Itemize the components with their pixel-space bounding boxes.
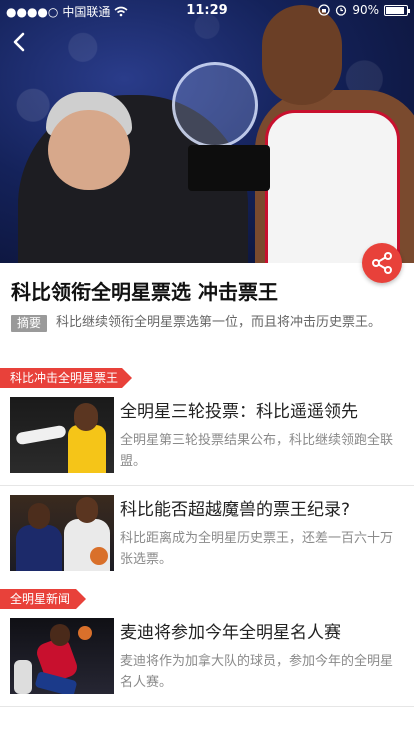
share-button[interactable] (362, 243, 402, 283)
hero-image (0, 0, 414, 263)
alarm-icon (336, 5, 347, 16)
news-description: 麦迪将作为加拿大队的球员，参加今年的全明星名人赛。 (120, 654, 394, 690)
share-icon (372, 252, 392, 274)
trophy-base (188, 145, 270, 191)
news-item[interactable]: 全明星三轮投票：科比遥遥领先 全明星第三轮投票结果公布，科比继续领跑全联盟。 (0, 390, 414, 484)
player-jersey (265, 110, 400, 263)
battery-icon (384, 4, 410, 16)
rotation-lock-icon (318, 4, 330, 16)
news-thumbnail (10, 618, 114, 694)
mvp-trophy (172, 62, 258, 148)
divider (0, 485, 414, 486)
section-ribbon: 科比冲击全明星票王 (0, 368, 132, 388)
back-button[interactable] (8, 30, 32, 54)
news-headline: 全明星三轮投票：科比遥遥领先 (120, 402, 358, 422)
news-item[interactable]: 科比能否超越魔兽的票王纪录? 科比距离成为全明星历史票王，还差一百六十万张选票。 (0, 488, 414, 582)
status-bar: ●●●●○ 中国联通 11:29 90% (0, 0, 414, 22)
news-headline: 麦迪将参加今年全明星名人赛 (120, 623, 341, 643)
news-headline: 科比能否超越魔兽的票王纪录? (120, 500, 351, 520)
news-thumbnail (10, 495, 114, 571)
battery-percent: 90% (352, 3, 379, 17)
summary-tag: 摘要 (11, 315, 47, 332)
news-description: 科比距离成为全明星历史票王，还差一百六十万张选票。 (120, 531, 394, 567)
status-right: 90% (318, 3, 410, 17)
commissioner-face (48, 110, 130, 190)
article-title: 科比领衔全明星票选 冲击票王 (11, 280, 278, 304)
divider (0, 706, 414, 707)
section-ribbon: 全明星新闻 (0, 589, 86, 609)
summary-text: 科比继续领衔全明星票选第一位，而且将冲击历史票王。 (56, 315, 382, 330)
news-thumbnail (10, 397, 114, 473)
news-description: 全明星第三轮投票结果公布，科比继续领跑全联盟。 (120, 433, 394, 469)
news-item[interactable]: 麦迪将参加今年全明星名人赛 麦迪将作为加拿大队的球员，参加今年的全明星名人赛。 (0, 611, 414, 705)
